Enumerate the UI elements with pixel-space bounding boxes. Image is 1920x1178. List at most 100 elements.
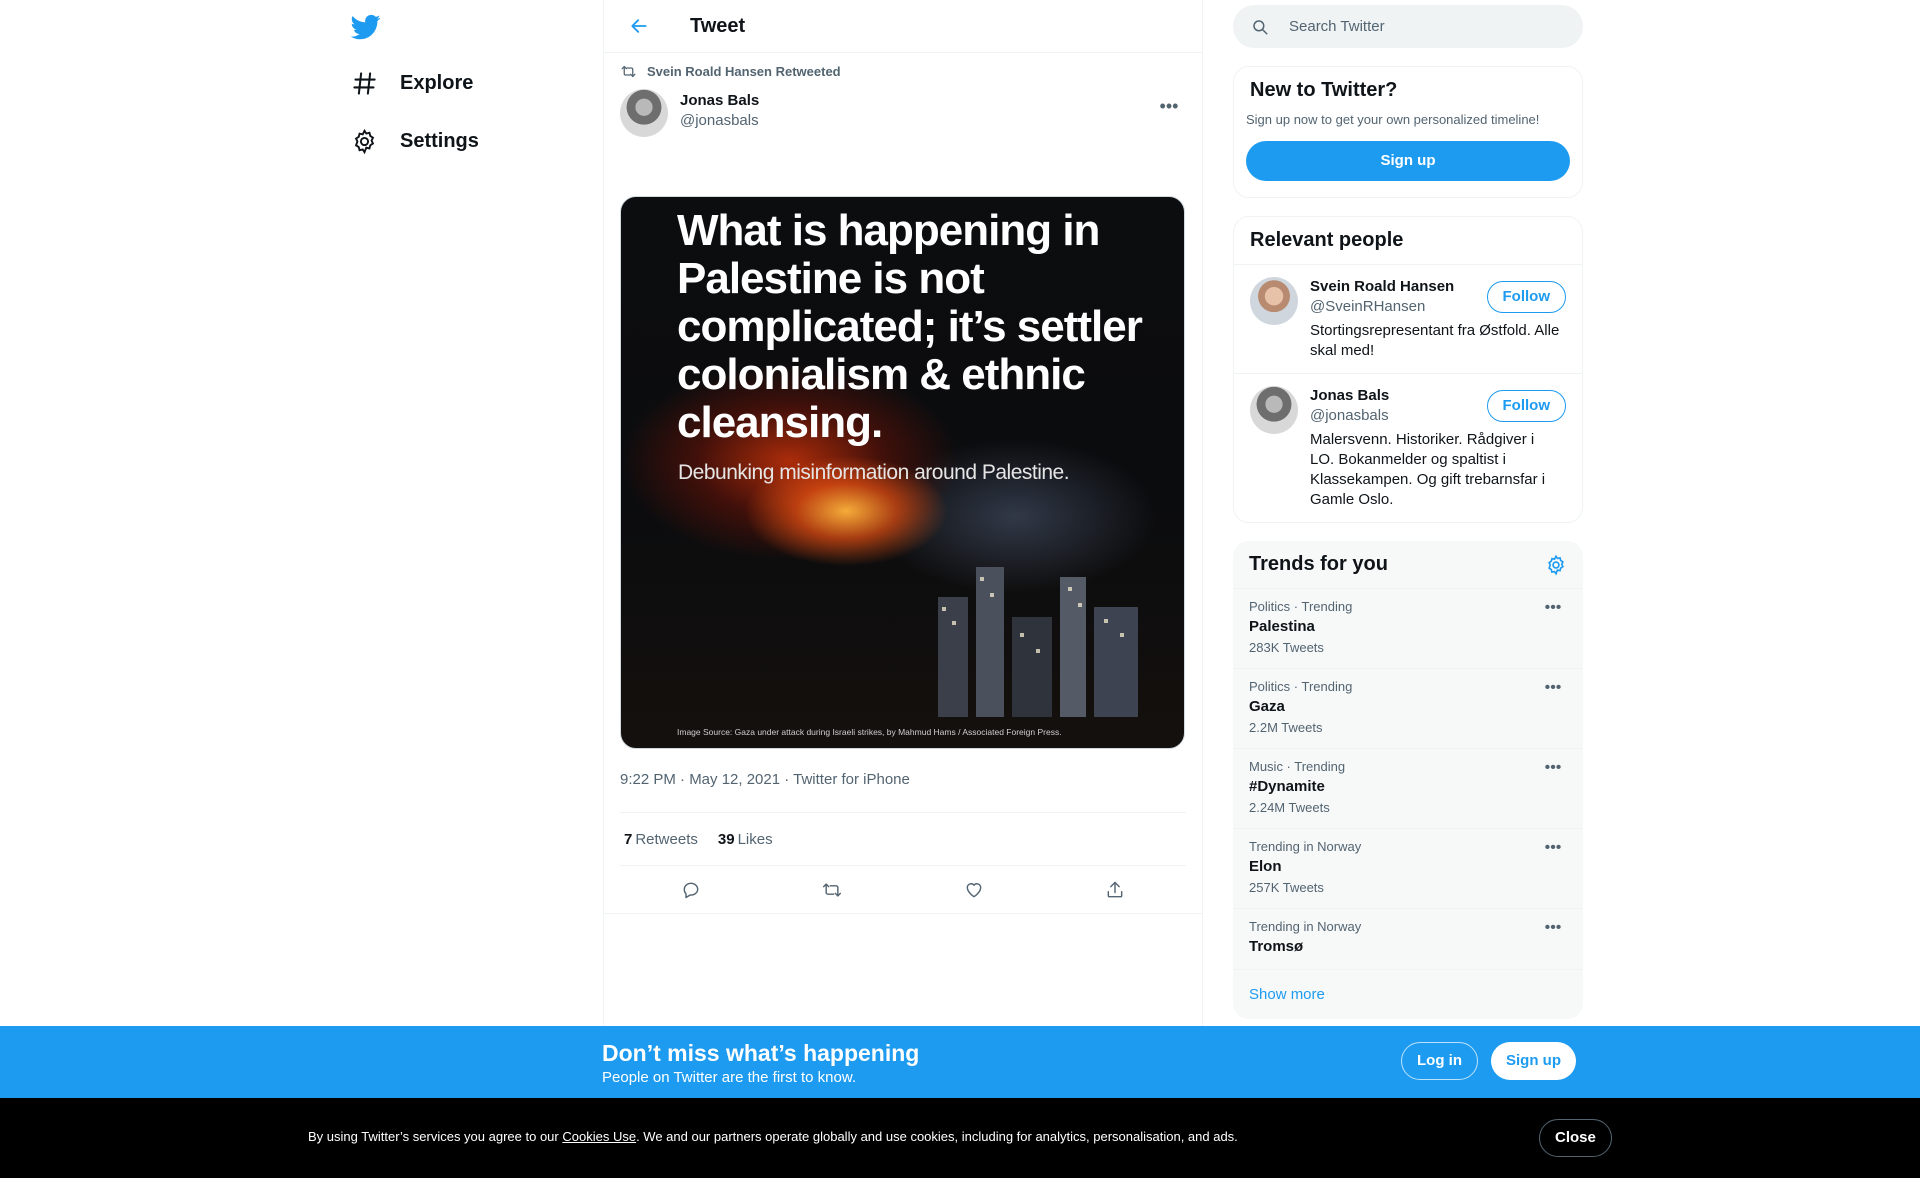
cookies-use-link[interactable]: Cookies Use xyxy=(562,1129,636,1144)
reply-icon xyxy=(683,882,699,898)
login-banner: Don’t miss what’s happening People on Tw… xyxy=(0,1026,1920,1098)
tweet: Svein Roald Hansen Retweeted Jonas Bals … xyxy=(604,53,1202,914)
signup-button[interactable]: Sign up xyxy=(1246,141,1570,181)
person-item[interactable]: Svein Roald Hansen @SveinRHansen Stortin… xyxy=(1234,264,1582,373)
trend-meta: Music · Trending xyxy=(1249,759,1346,774)
retweeted-by-label[interactable]: Svein Roald Hansen Retweeted xyxy=(647,64,841,79)
trend-item[interactable]: Music · Trending #Dynamite 2.24M Tweets … xyxy=(1233,749,1583,829)
trend-item[interactable]: Politics · Trending Palestina 283K Tweet… xyxy=(1233,589,1583,669)
retweets-label: Retweets xyxy=(635,830,698,848)
person-bio: Malersvenn. Historiker. Rådgiver i LO. B… xyxy=(1310,431,1546,508)
share-button[interactable] xyxy=(1098,873,1132,907)
cookie-bar: By using Twitter’s services you agree to… xyxy=(0,1098,1920,1178)
right-sidebar: New to Twitter? Sign up now to get your … xyxy=(1233,0,1583,1019)
login-banner-title: Don’t miss what’s happening xyxy=(602,1040,920,1066)
tweet-author: Jonas Bals @jonasbals ••• xyxy=(620,89,1186,147)
trend-name: Palestina xyxy=(1249,618,1315,635)
nav-settings[interactable]: Settings xyxy=(343,121,487,161)
cookie-text: By using Twitter’s services you agree to… xyxy=(308,1129,1238,1144)
nav-explore-label: Explore xyxy=(400,71,474,94)
search-input[interactable] xyxy=(1289,18,1549,35)
hashtag-icon xyxy=(353,71,376,95)
arrow-left-icon xyxy=(631,19,647,33)
follow-button[interactable]: Follow xyxy=(1486,390,1566,422)
main-header: Tweet xyxy=(604,0,1202,53)
trend-count: 283K Tweets xyxy=(1249,640,1324,655)
more-icon[interactable]: ••• xyxy=(1152,89,1186,123)
author-name[interactable]: Jonas Bals xyxy=(680,91,759,111)
login-button[interactable]: Log in xyxy=(1401,1042,1478,1080)
trend-count: 257K Tweets xyxy=(1249,880,1324,895)
follow-button[interactable]: Follow xyxy=(1486,281,1566,313)
gear-icon[interactable] xyxy=(1545,554,1567,576)
likes-stat[interactable]: 39 Likes xyxy=(718,831,773,848)
show-more-link[interactable]: Show more xyxy=(1233,970,1583,1019)
more-icon[interactable]: ••• xyxy=(1539,599,1567,617)
main-column: Tweet Svein Roald Hansen Retweeted Jonas… xyxy=(603,0,1203,1178)
retweet-icon xyxy=(823,882,842,897)
new-to-twitter-card: New to Twitter? Sign up now to get your … xyxy=(1233,66,1583,198)
back-button[interactable] xyxy=(622,9,656,43)
gear-icon xyxy=(354,128,375,154)
trend-name: Gaza xyxy=(1249,698,1285,715)
twitter-bird-icon[interactable] xyxy=(349,12,383,42)
login-banner-subtitle: People on Twitter are the first to know. xyxy=(602,1069,857,1086)
trend-meta: Trending in Norway xyxy=(1249,919,1362,934)
close-button[interactable]: Close xyxy=(1539,1119,1612,1157)
retweet-icon xyxy=(621,65,636,77)
tweet-actions xyxy=(604,866,1202,914)
trend-name: #Dynamite xyxy=(1249,778,1325,795)
cookie-text-after: . We and our partners operate globally a… xyxy=(636,1129,1238,1144)
relevant-people-card: Relevant people Svein Roald Hansen @Svei… xyxy=(1233,216,1583,523)
trend-item[interactable]: Trending in Norway Tromsø ••• xyxy=(1233,909,1583,970)
avatar[interactable] xyxy=(1250,277,1298,325)
heart-icon xyxy=(966,882,982,897)
retweets-stat[interactable]: 7 Retweets xyxy=(624,831,698,848)
likes-label: Likes xyxy=(737,830,773,848)
more-icon[interactable]: ••• xyxy=(1539,759,1567,777)
tweet-image[interactable]: What is happening in Palestine is not co… xyxy=(620,196,1185,749)
image-source: Image Source: Gaza under attack during I… xyxy=(677,727,1062,737)
likes-count: 39 xyxy=(717,830,735,848)
banner-signup-button[interactable]: Sign up xyxy=(1491,1042,1576,1080)
page-title: Tweet xyxy=(690,14,746,37)
image-subtitle: Debunking misinformation around Palestin… xyxy=(678,461,1070,484)
new-to-twitter-desc: Sign up now to get your own personalized… xyxy=(1246,112,1540,127)
retweets-count: 7 xyxy=(624,830,633,848)
trend-meta: Politics · Trending xyxy=(1249,679,1353,694)
image-headline: What is happening in Palestine is not co… xyxy=(677,206,1143,447)
trends-title: Trends for you xyxy=(1249,553,1388,575)
retweet-context: Svein Roald Hansen Retweeted xyxy=(620,53,1186,89)
more-icon[interactable]: ••• xyxy=(1539,679,1567,697)
cookie-text-before: By using Twitter’s services you agree to… xyxy=(308,1129,563,1144)
search-icon xyxy=(1253,19,1268,34)
reply-button[interactable] xyxy=(674,873,708,907)
trend-meta: Politics · Trending xyxy=(1249,599,1353,614)
share-icon xyxy=(1107,881,1123,897)
city-skyline-graphic xyxy=(938,567,1138,717)
more-icon[interactable]: ••• xyxy=(1539,919,1567,937)
tweet-timestamp[interactable]: 9:22 PM · May 12, 2021 · Twitter for iPh… xyxy=(620,771,1186,813)
trend-count: 2.24M Tweets xyxy=(1249,800,1330,815)
trends-card: Trends for you Politics · Trending Pales… xyxy=(1233,541,1583,1019)
retweet-button[interactable] xyxy=(815,873,849,907)
trend-name: Tromsø xyxy=(1249,938,1304,955)
person-item[interactable]: Jonas Bals @jonasbals Malersvenn. Histor… xyxy=(1234,373,1582,522)
trend-meta: Trending in Norway xyxy=(1249,839,1362,854)
trend-name: Elon xyxy=(1249,858,1282,875)
person-bio: Stortingsrepresentant fra Østfold. Alle … xyxy=(1310,322,1560,359)
trend-count: 2.2M Tweets xyxy=(1249,720,1323,735)
search-bar[interactable] xyxy=(1233,5,1583,48)
more-icon[interactable]: ••• xyxy=(1539,839,1567,857)
trend-item[interactable]: Politics · Trending Gaza 2.2M Tweets ••• xyxy=(1233,669,1583,749)
avatar[interactable] xyxy=(1250,386,1298,434)
avatar[interactable] xyxy=(620,89,668,137)
nav-explore[interactable]: Explore xyxy=(343,63,481,103)
tweet-stats: 7 Retweets 39 Likes xyxy=(620,813,1186,866)
author-handle[interactable]: @jonasbals xyxy=(680,111,759,131)
trend-item[interactable]: Trending in Norway Elon 257K Tweets ••• xyxy=(1233,829,1583,909)
like-button[interactable] xyxy=(957,873,991,907)
relevant-people-title: Relevant people xyxy=(1250,229,1404,251)
new-to-twitter-title: New to Twitter? xyxy=(1250,79,1398,101)
nav-settings-label: Settings xyxy=(400,129,479,152)
